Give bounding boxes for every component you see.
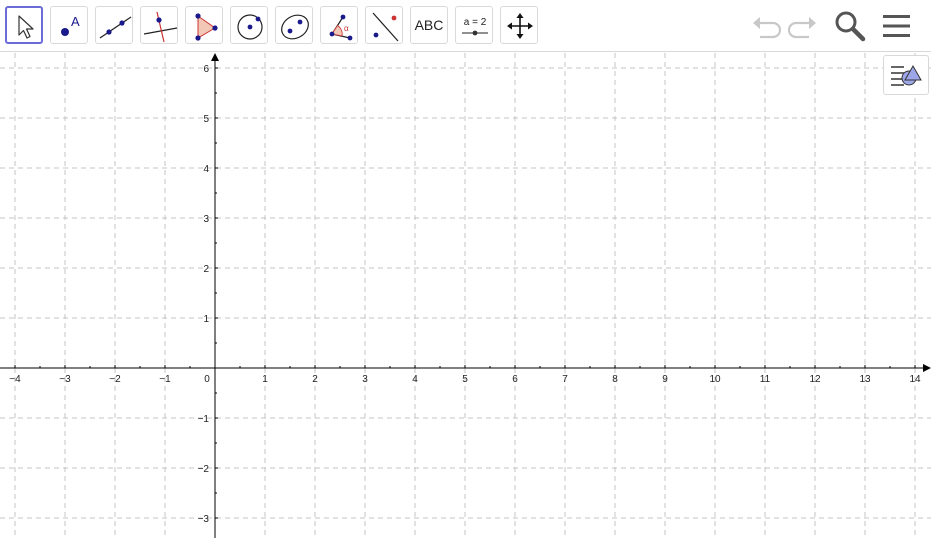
y-axis-arrow (211, 53, 219, 61)
y-tick-label: −3 (198, 514, 210, 525)
polygon-tool-button[interactable] (185, 6, 223, 44)
point-tool-label: A (71, 14, 80, 29)
slider-tool-button[interactable]: a = 2 (455, 6, 493, 44)
undo-icon (753, 17, 782, 39)
circle-tool-button[interactable] (230, 6, 268, 44)
redo-button[interactable] (785, 8, 821, 44)
graphics-view[interactable]: −4 −3 −2 −1 0 1 2 3 4 5 6 7 8 9 10 11 12 13 14123456−1−2−3 (0, 53, 931, 538)
x-tick-label: 5 (462, 374, 468, 385)
x-tick-label: 6 (512, 374, 518, 385)
x-tick-label: 0 (204, 374, 210, 385)
search-button[interactable] (832, 8, 868, 44)
move-graphics-view-tool-button[interactable] (500, 6, 538, 44)
style-bar-icon (891, 64, 922, 86)
x-axis-arrow (923, 364, 931, 372)
x-tick-label: 1 (262, 374, 268, 385)
x-tick-label: −3 (59, 374, 71, 385)
line-through-two-points-icon (99, 16, 132, 39)
x-tick-label: 13 (859, 374, 871, 385)
move-tool-button[interactable] (5, 6, 43, 44)
point-tool-button[interactable]: A (50, 6, 88, 44)
style-bar-toggle-button[interactable] (883, 55, 929, 95)
conic-tool-button[interactable] (275, 6, 313, 44)
x-tick-label: 11 (760, 374, 771, 385)
x-tick-label: 9 (662, 374, 668, 385)
x-tick-label: 3 (362, 374, 368, 385)
y-tick-label: −2 (198, 464, 210, 475)
circle-with-center-icon (237, 14, 263, 40)
polygon-icon (195, 13, 218, 41)
y-tick-label: 2 (203, 264, 209, 275)
x-tick-label: 7 (562, 374, 568, 385)
perpendicular-line-icon (143, 11, 178, 43)
y-tick-label: −1 (198, 414, 210, 425)
text-icon: ABC (414, 17, 444, 33)
x-tick-label: 2 (312, 374, 318, 385)
x-tick-label: −2 (109, 374, 121, 385)
reflect-tool-button[interactable] (365, 6, 403, 44)
line-tool-button[interactable] (95, 6, 133, 44)
angle-icon: α (329, 14, 353, 41)
x-tick-label: 8 (612, 374, 618, 385)
undo-button[interactable] (748, 8, 784, 44)
hamburger-menu-icon (883, 15, 910, 37)
text-tool-button[interactable]: ABC (410, 6, 448, 44)
redo-icon (787, 17, 816, 39)
toolbar: A α ABC a = 2 (0, 0, 931, 52)
search-icon (835, 11, 866, 42)
y-tick-label: 3 (203, 214, 209, 225)
x-tick-label: 10 (709, 374, 721, 385)
x-tick-label: 12 (809, 374, 821, 385)
point-icon: A (61, 14, 80, 36)
x-tick-label: −1 (159, 374, 171, 385)
ellipse-icon (281, 14, 309, 40)
x-tick-label: −4 (9, 374, 21, 385)
y-tick-label: 5 (203, 114, 209, 125)
perpendicular-line-tool-button[interactable] (140, 6, 178, 44)
arrow-cursor-icon (18, 15, 34, 39)
y-tick-label: 6 (203, 64, 209, 75)
angle-tool-label: α (344, 24, 349, 33)
grid-lines (0, 53, 931, 538)
x-tick-label: 4 (412, 374, 418, 385)
x-tick-label: 14 (909, 374, 921, 385)
angle-tool-button[interactable]: α (320, 6, 358, 44)
reflect-about-line-icon (372, 12, 399, 42)
slider-icon: a = 2 (462, 17, 488, 36)
menu-button[interactable] (879, 8, 915, 44)
y-tick-label: 4 (203, 164, 209, 175)
slider-tool-label: a = 2 (464, 17, 487, 28)
y-tick-label: 1 (203, 314, 209, 325)
move-arrows-icon (507, 13, 533, 39)
